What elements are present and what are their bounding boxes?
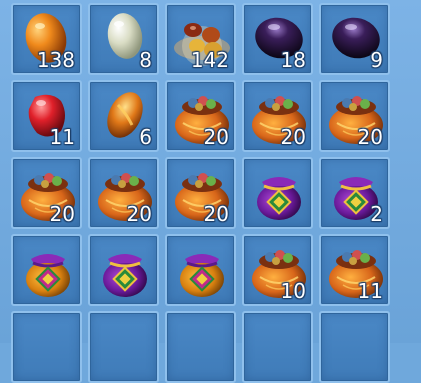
item-quantity: 20: [126, 202, 152, 226]
inventory-slot[interactable]: 20: [242, 80, 313, 152]
inventory-slot[interactable]: 6: [88, 80, 159, 152]
empty-inventory-slot[interactable]: [88, 311, 159, 383]
inventory-slot[interactable]: 20: [165, 157, 236, 229]
item-quantity: 138: [36, 48, 75, 72]
item-quantity: 142: [190, 48, 229, 72]
inventory-slot[interactable]: 20: [319, 80, 390, 152]
inventory-slot[interactable]: 2: [319, 157, 390, 229]
inventory-slot[interactable]: [88, 234, 159, 306]
inventory-slot[interactable]: 10: [242, 234, 313, 306]
item-quantity: 20: [203, 202, 229, 226]
item-quantity: 11: [49, 125, 75, 149]
inventory-slot[interactable]: 18: [242, 3, 313, 75]
empty-inventory-slot[interactable]: [319, 311, 390, 383]
item-quantity: 20: [357, 125, 383, 149]
inventory-panel: 138 8 142 18 9 11 6 20 20 20 20 20 20 2 10 11: [0, 0, 421, 383]
inventory-slot[interactable]: [165, 234, 236, 306]
inventory-slot[interactable]: 20: [88, 157, 159, 229]
empty-inventory-slot[interactable]: [11, 311, 82, 383]
empty-inventory-slot[interactable]: [165, 311, 236, 383]
item-quantity: 18: [280, 48, 306, 72]
item-quantity: 20: [280, 125, 306, 149]
item-quantity: 2: [370, 202, 383, 226]
item-quantity: 11: [357, 279, 383, 303]
inventory-slot[interactable]: 20: [11, 157, 82, 229]
inventory-slot[interactable]: 138: [11, 3, 82, 75]
item-quantity: 6: [139, 125, 152, 149]
inventory-slot[interactable]: 11: [319, 234, 390, 306]
item-quantity: 8: [139, 48, 152, 72]
item-quantity: 10: [280, 279, 306, 303]
inventory-grid: 138 8 142 18 9 11 6 20 20 20 20 20 20 2 10 11: [11, 3, 390, 383]
item-quantity: 9: [370, 48, 383, 72]
inventory-slot[interactable]: 142: [165, 3, 236, 75]
item-quantity: 20: [49, 202, 75, 226]
inventory-slot[interactable]: [11, 234, 82, 306]
empty-inventory-slot[interactable]: [242, 311, 313, 383]
inventory-slot[interactable]: 20: [165, 80, 236, 152]
inventory-slot[interactable]: 11: [11, 80, 82, 152]
inventory-slot[interactable]: 9: [319, 3, 390, 75]
inventory-slot[interactable]: 8: [88, 3, 159, 75]
inventory-slot[interactable]: [242, 157, 313, 229]
item-quantity: 20: [203, 125, 229, 149]
